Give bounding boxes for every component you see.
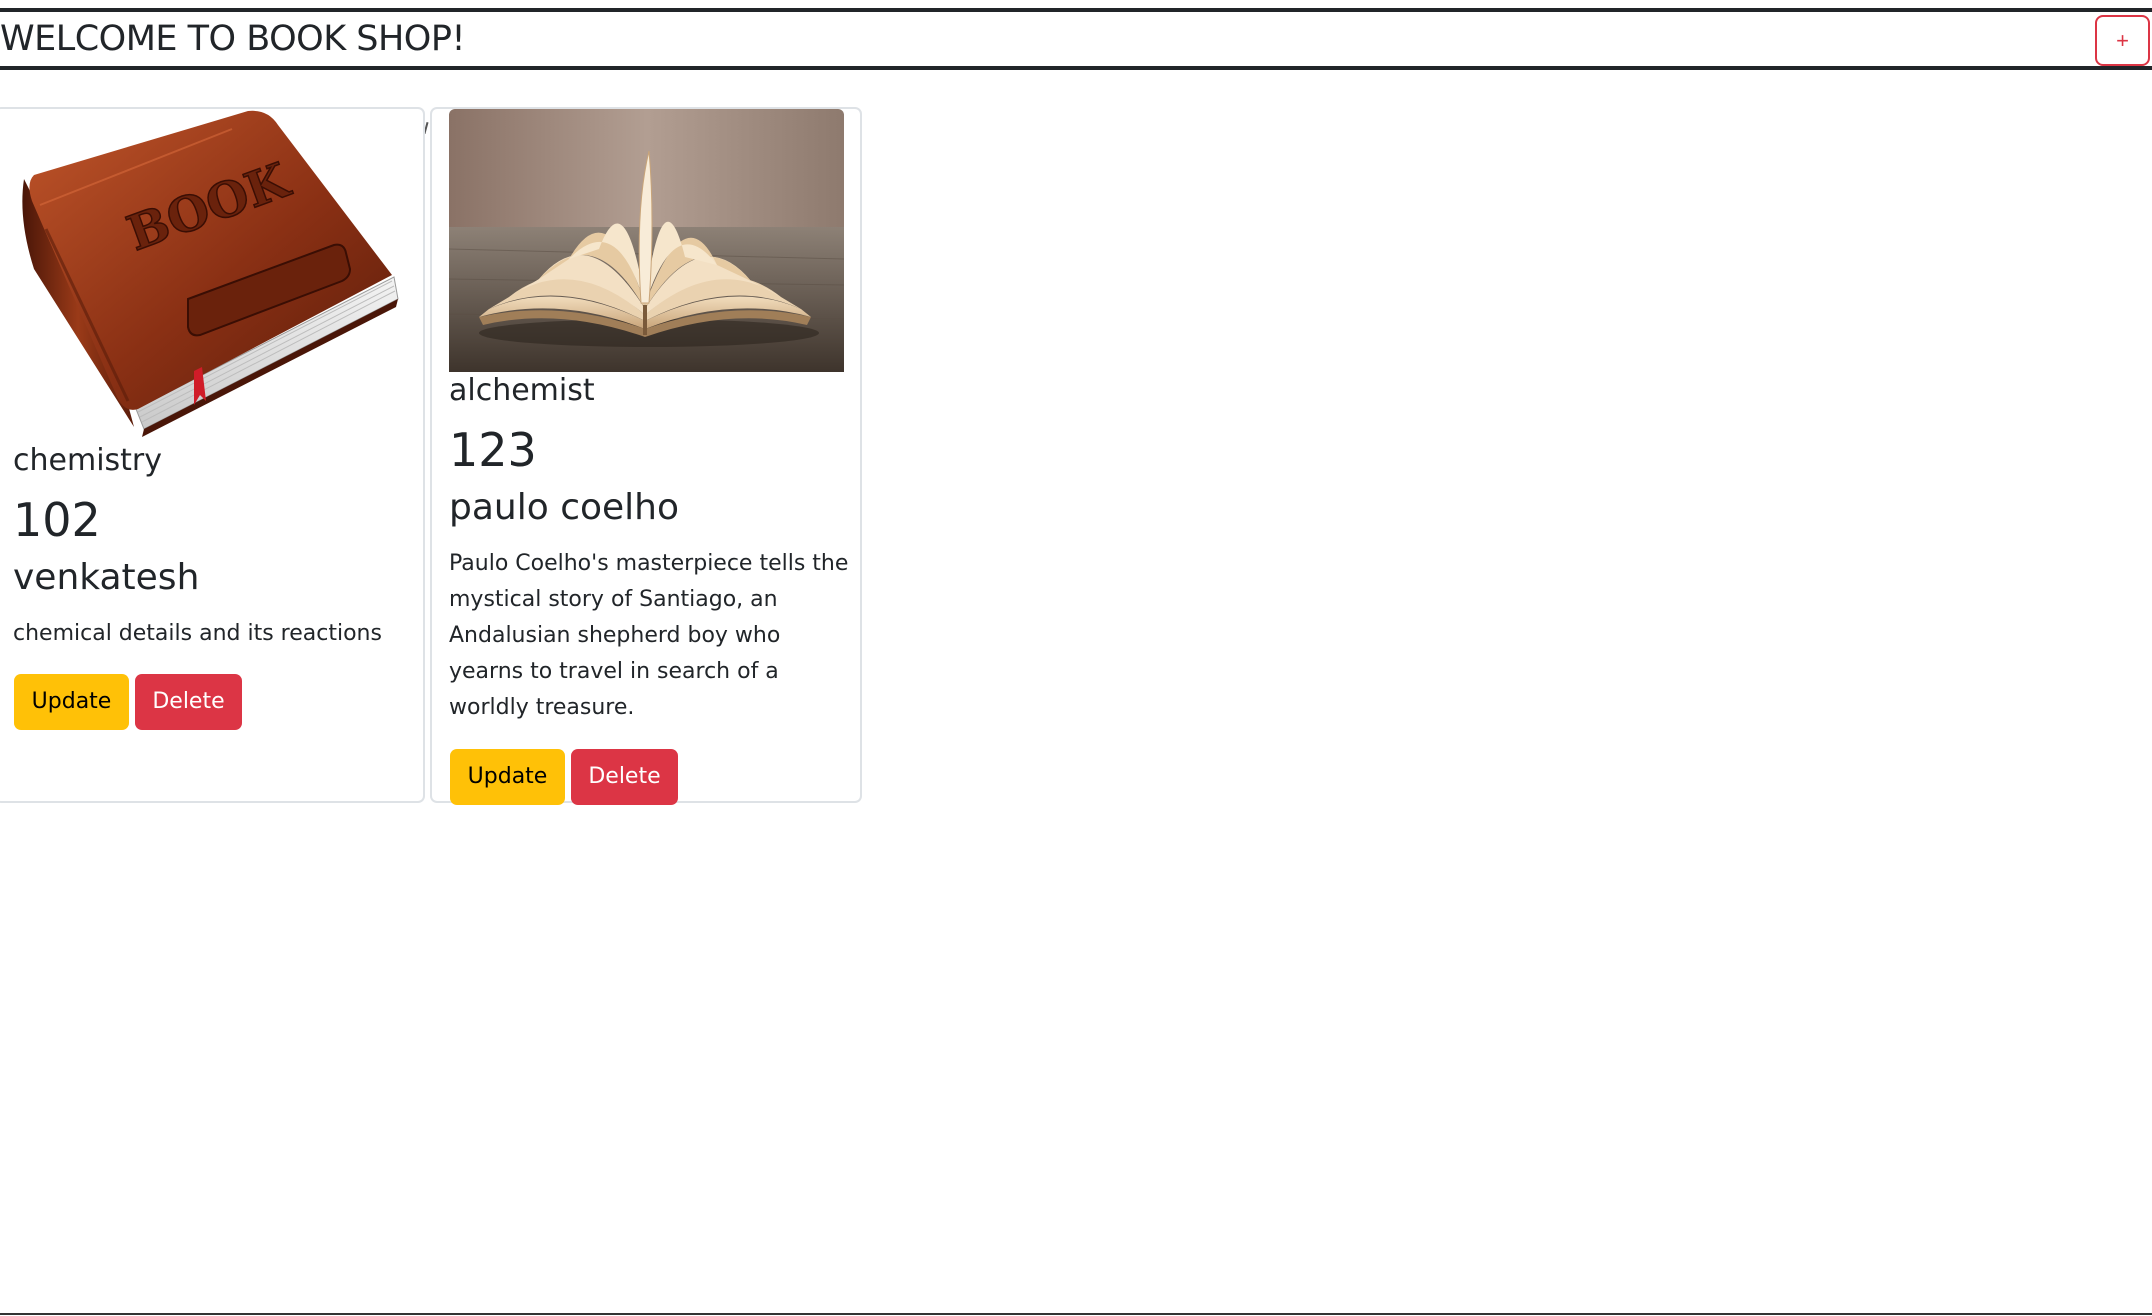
book-id: 123 (449, 423, 537, 477)
book-card: alchemist 123 paulo coelho Paulo Coelho'… (430, 107, 862, 805)
book-author: venkatesh (13, 557, 200, 598)
book-author: paulo coelho (449, 487, 680, 528)
delete-button[interactable]: Delete (571, 749, 678, 805)
add-book-button[interactable]: + (2095, 15, 2150, 66)
book-description: Paulo Coelho's masterpiece tells the mys… (449, 551, 849, 720)
book-title: chemistry (13, 443, 163, 478)
book-description: chemical details and its reactions (13, 621, 382, 646)
book-title: alchemist (449, 373, 595, 408)
update-button[interactable]: Update (14, 674, 129, 730)
update-button[interactable]: Update (450, 749, 565, 805)
book-id: 102 (13, 493, 101, 547)
book-cover-image (449, 109, 844, 372)
book-cover-image: BOOK (16, 109, 406, 437)
delete-button[interactable]: Delete (135, 674, 242, 730)
bottom-divider (0, 1313, 2152, 1315)
page-title: WELCOME TO BOOK SHOP! (0, 19, 466, 59)
page-header: WELCOME TO BOOK SHOP! + (0, 8, 2152, 70)
book-card: BOOK chemistry 102 venkatesh chemical de… (0, 107, 425, 803)
